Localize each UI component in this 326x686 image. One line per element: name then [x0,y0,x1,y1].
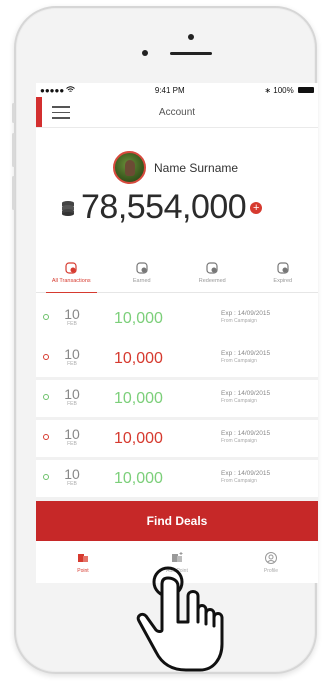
earned-indicator-icon [43,394,49,400]
avatar[interactable] [113,151,146,184]
transaction-expiry: Exp : 14/09/2015 From Campaign [221,350,270,364]
date-day: 10 [64,466,80,482]
hamburger-menu-icon[interactable] [52,106,70,119]
tab-profile[interactable]: Profile [224,541,318,583]
transaction-source: From Campaign [221,398,257,404]
transaction-expiry: Exp : 14/09/2015 From Campaign [221,470,270,484]
transaction-amount: 10,000 [114,310,163,327]
earned-icon [136,261,148,274]
list-item[interactable]: 10 FEB 10,000 Exp : 14/09/2015 From Camp… [36,340,318,377]
battery-icon [297,87,314,94]
transaction-source: From Campaign [221,438,257,444]
list-item[interactable]: 10 FEB 10,000 Exp : 14/09/2015 From Camp… [36,300,318,337]
expiry-date: Exp : 14/09/2015 [221,470,271,477]
transaction-date: 10 FEB [63,387,81,407]
tap-gesture-hand-icon [136,566,224,672]
profile-icon [265,551,277,564]
tab-expired[interactable]: Expired [248,252,319,292]
transaction-date: 10 FEB [63,307,81,327]
wifi-icon [66,85,75,95]
expiry-date: Exp : 14/09/2015 [221,390,271,397]
transaction-source: From Campaign [221,478,257,484]
points-value: 78,554,000 [81,188,247,226]
earpiece-speaker [170,52,212,55]
transaction-source: From Campaign [221,318,257,324]
earned-indicator-icon [43,474,49,480]
user-name: Name Surname [154,161,239,175]
list-item[interactable]: 10 FEB 10,000 Exp : 14/09/2015 From Camp… [36,420,318,457]
volume-up-button [12,133,15,167]
tab-redeemed[interactable]: Redeemed [177,252,248,292]
battery-percent: 100% [273,85,294,95]
point-icon [78,553,88,562]
bluetooth-icon: ∗ [264,85,272,95]
brand-accent-tab [36,97,42,127]
coin-stack-icon [62,200,74,216]
transaction-expiry: Exp : 14/09/2015 From Campaign [221,390,270,404]
add-points-button[interactable]: + [250,201,263,214]
mute-switch [12,103,15,123]
list-item[interactable]: 10 FEB 10,000 Exp : 14/09/2015 From Camp… [36,380,318,417]
redeemed-icon [206,261,218,274]
page-title: Account [158,106,196,118]
tab-label: Point [77,567,89,574]
tab-earned[interactable]: Earned [107,252,178,292]
points-balance: 78,554,000 + [59,188,263,227]
expiry-date: Exp : 14/09/2015 [221,310,271,317]
redeemed-indicator-icon [43,354,49,360]
transaction-expiry: Exp : 14/09/2015 From Campaign [221,430,270,444]
transaction-amount: 10,000 [114,430,163,447]
tab-all-transactions[interactable]: All Transactions [36,252,107,293]
date-day: 10 [64,346,80,362]
coin-wallet-icon [65,261,77,274]
status-right: ∗ 100% [264,86,314,95]
tab-label: Earned [132,277,151,284]
expiry-date: Exp : 14/09/2015 [221,430,271,437]
date-day: 10 [64,426,80,442]
redeemed-indicator-icon [43,434,49,440]
status-bar: ●●●●● 9:41 PM ∗ 100% [36,83,318,97]
list-item[interactable]: 10 FEB 10,000 Exp : 14/09/2015 From Camp… [36,460,318,497]
transaction-amount: 10,000 [114,350,163,367]
transaction-amount: 10,000 [114,470,163,487]
date-day: 10 [64,306,80,322]
earned-indicator-icon [43,314,49,320]
transaction-expiry: Exp : 14/09/2015 From Campaign [221,310,270,324]
status-time: 9:41 PM [154,85,185,95]
transaction-list: 10 FEB 10,000 Exp : 14/09/2015 From Camp… [36,300,318,500]
transaction-amount: 10,000 [114,390,163,407]
transaction-date: 10 FEB [63,347,81,367]
find-deals-button[interactable]: Find Deals [36,501,318,541]
expired-icon [277,261,289,274]
transaction-source: From Campaign [221,358,257,364]
avatar-person-shape [125,160,135,176]
tab-point[interactable]: Point [36,541,130,583]
tab-label: Redeemed [198,277,226,284]
transaction-tabs: All Transactions Earned Redeemed Expired [36,252,318,293]
app-screen: ●●●●● 9:41 PM ∗ 100% Account Name Surnam… [36,83,318,583]
top-navbar: Account [36,97,318,128]
transaction-date: 10 FEB [63,427,81,447]
transaction-date: 10 FEB [63,467,81,487]
tab-label: Profile [263,567,279,574]
status-left: ●●●●● [40,86,75,95]
proximity-sensor [142,50,148,56]
expiry-date: Exp : 14/09/2015 [221,350,271,357]
signal-icon: ●●●●● [40,85,65,95]
date-day: 10 [64,386,80,402]
front-camera [188,34,194,40]
volume-down-button [12,176,15,210]
tab-label: Expired [273,277,293,284]
tab-label: All Transactions [51,277,91,284]
